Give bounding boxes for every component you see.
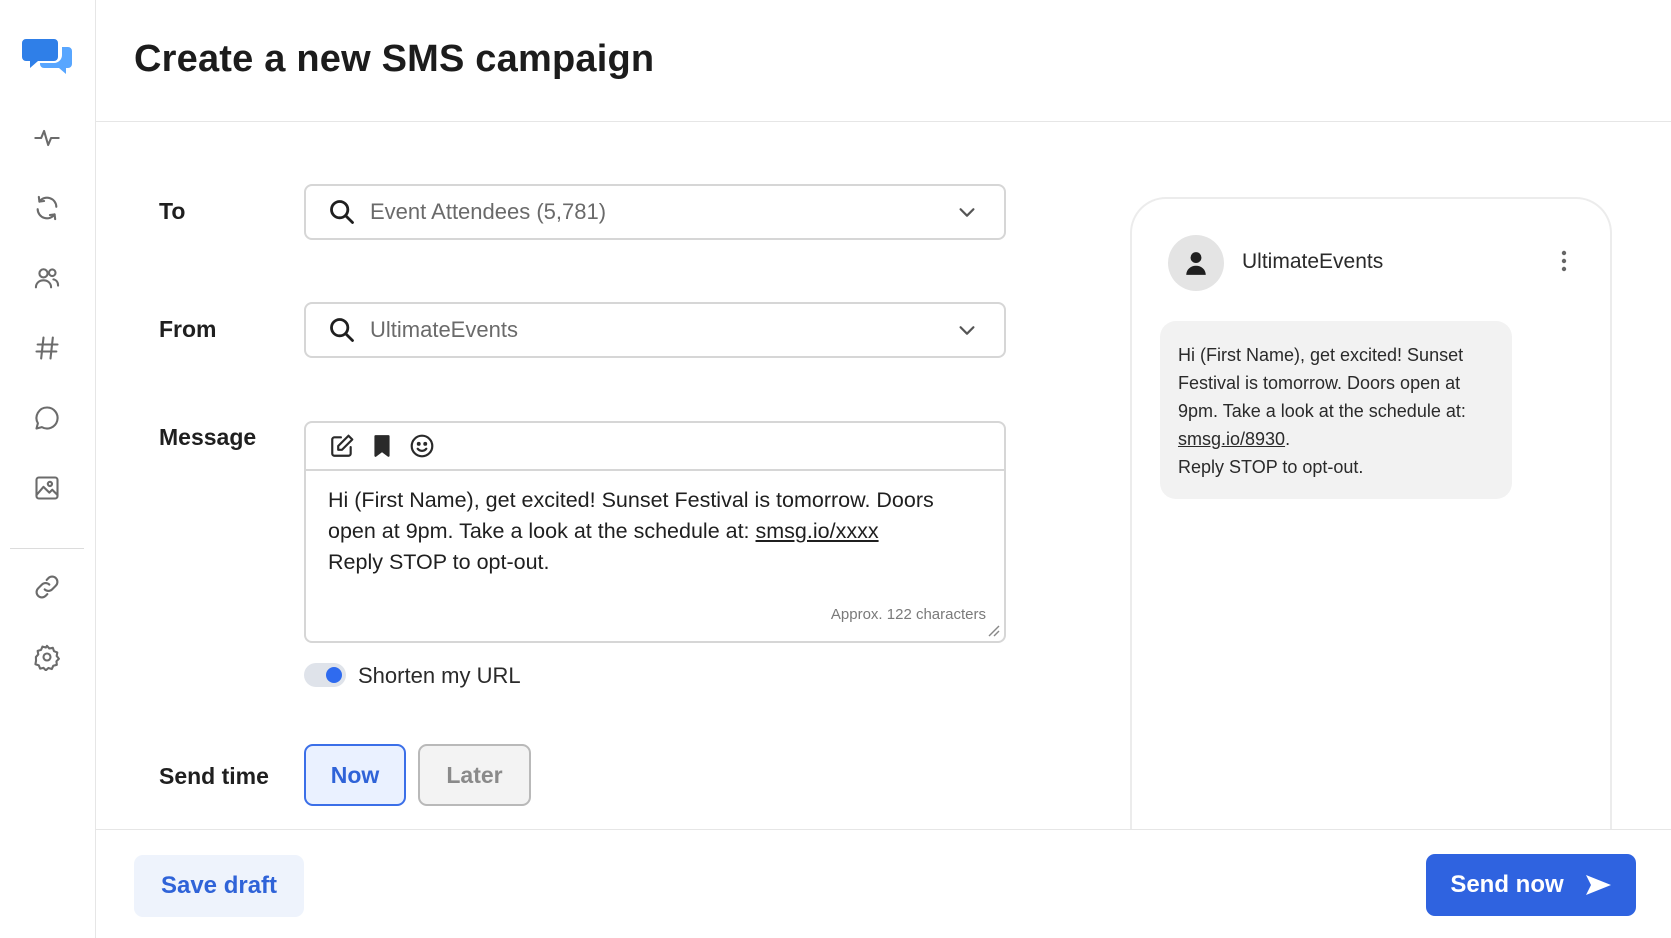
bookmark-icon[interactable]: [368, 432, 396, 460]
message-line-2-text: open at 9pm. Take a look at the schedule…: [328, 519, 756, 543]
phone-preview: UltimateEvents Hi (First Name), get exci…: [1130, 197, 1612, 837]
users-icon[interactable]: [30, 261, 64, 295]
message-editor[interactable]: Hi (First Name), get excited! Sunset Fes…: [304, 421, 1006, 643]
search-icon: [330, 200, 354, 224]
avatar: [1168, 235, 1224, 291]
shorten-url-toggle[interactable]: [304, 663, 346, 687]
page-title: Create a new SMS campaign: [134, 38, 655, 80]
preview-message-bubble: Hi (First Name), get excited! Sunset Fes…: [1160, 321, 1512, 499]
preview-line-5: Reply STOP to opt-out.: [1178, 457, 1364, 477]
refresh-icon[interactable]: [30, 191, 64, 225]
save-draft-button[interactable]: Save draft: [134, 855, 304, 917]
resize-handle-icon[interactable]: [986, 623, 1000, 637]
image-icon[interactable]: [30, 471, 64, 505]
preview-link[interactable]: smsg.io/8930: [1178, 429, 1285, 449]
preview-line-4: smsg.io/8930.: [1178, 425, 1494, 453]
chevron-down-icon: [959, 208, 975, 217]
sidebar: [0, 0, 96, 938]
page-header: Create a new SMS campaign: [96, 0, 1671, 122]
settings-icon[interactable]: [30, 640, 64, 674]
preview-sender-name: UltimateEvents: [1242, 250, 1384, 273]
from-label: From: [159, 316, 217, 342]
to-label: To: [159, 198, 186, 224]
send-time-later-button[interactable]: Later: [418, 744, 531, 806]
message-link[interactable]: smsg.io/xxxx: [756, 519, 879, 543]
character-count: Approx. 122 characters: [830, 606, 986, 623]
message-line-1: Hi (First Name), get excited! Sunset Fes…: [328, 488, 934, 512]
user-icon: [1186, 252, 1206, 275]
footer-bar: Save draft Send now: [96, 829, 1671, 938]
more-options-icon[interactable]: [1560, 249, 1568, 273]
to-value: Event Attendees (5,781): [370, 199, 607, 224]
send-time-label: Send time: [159, 763, 269, 789]
edit-icon[interactable]: [328, 432, 356, 460]
preview-line-1: Hi (First Name), get excited! Sunset: [1178, 345, 1464, 365]
to-select[interactable]: Event Attendees (5,781): [304, 184, 1006, 240]
message-line-3: Reply STOP to opt-out.: [328, 550, 550, 574]
sidebar-divider: [10, 548, 84, 549]
emoji-icon[interactable]: [408, 432, 436, 460]
preview-line-2: Festival is tomorrow. Doors open at: [1178, 373, 1461, 393]
chevron-down-icon: [959, 326, 975, 335]
from-value: UltimateEvents: [370, 317, 518, 342]
toggle-knob: [326, 667, 342, 683]
editor-toolbar: [306, 423, 1004, 471]
send-now-label: Send now: [1450, 871, 1564, 898]
chat-bubbles-icon[interactable]: [22, 36, 74, 76]
preview-line-3: 9pm. Take a look at the schedule at:: [1178, 401, 1466, 421]
message-textarea[interactable]: Hi (First Name), get excited! Sunset Fes…: [306, 471, 1004, 578]
send-now-button[interactable]: Send now: [1426, 854, 1636, 916]
message-icon[interactable]: [30, 401, 64, 435]
message-line-2: open at 9pm. Take a look at the schedule…: [328, 516, 982, 547]
preview-link-suffix: .: [1285, 429, 1291, 449]
shorten-url-label: Shorten my URL: [358, 663, 521, 688]
activity-icon[interactable]: [30, 121, 64, 155]
send-time-now-button[interactable]: Now: [304, 744, 406, 806]
from-select[interactable]: UltimateEvents: [304, 302, 1006, 358]
hashtag-icon[interactable]: [30, 331, 64, 365]
send-arrow-icon: [1585, 875, 1611, 895]
message-label: Message: [159, 424, 257, 450]
link-icon[interactable]: [30, 570, 64, 604]
search-icon: [330, 318, 354, 342]
